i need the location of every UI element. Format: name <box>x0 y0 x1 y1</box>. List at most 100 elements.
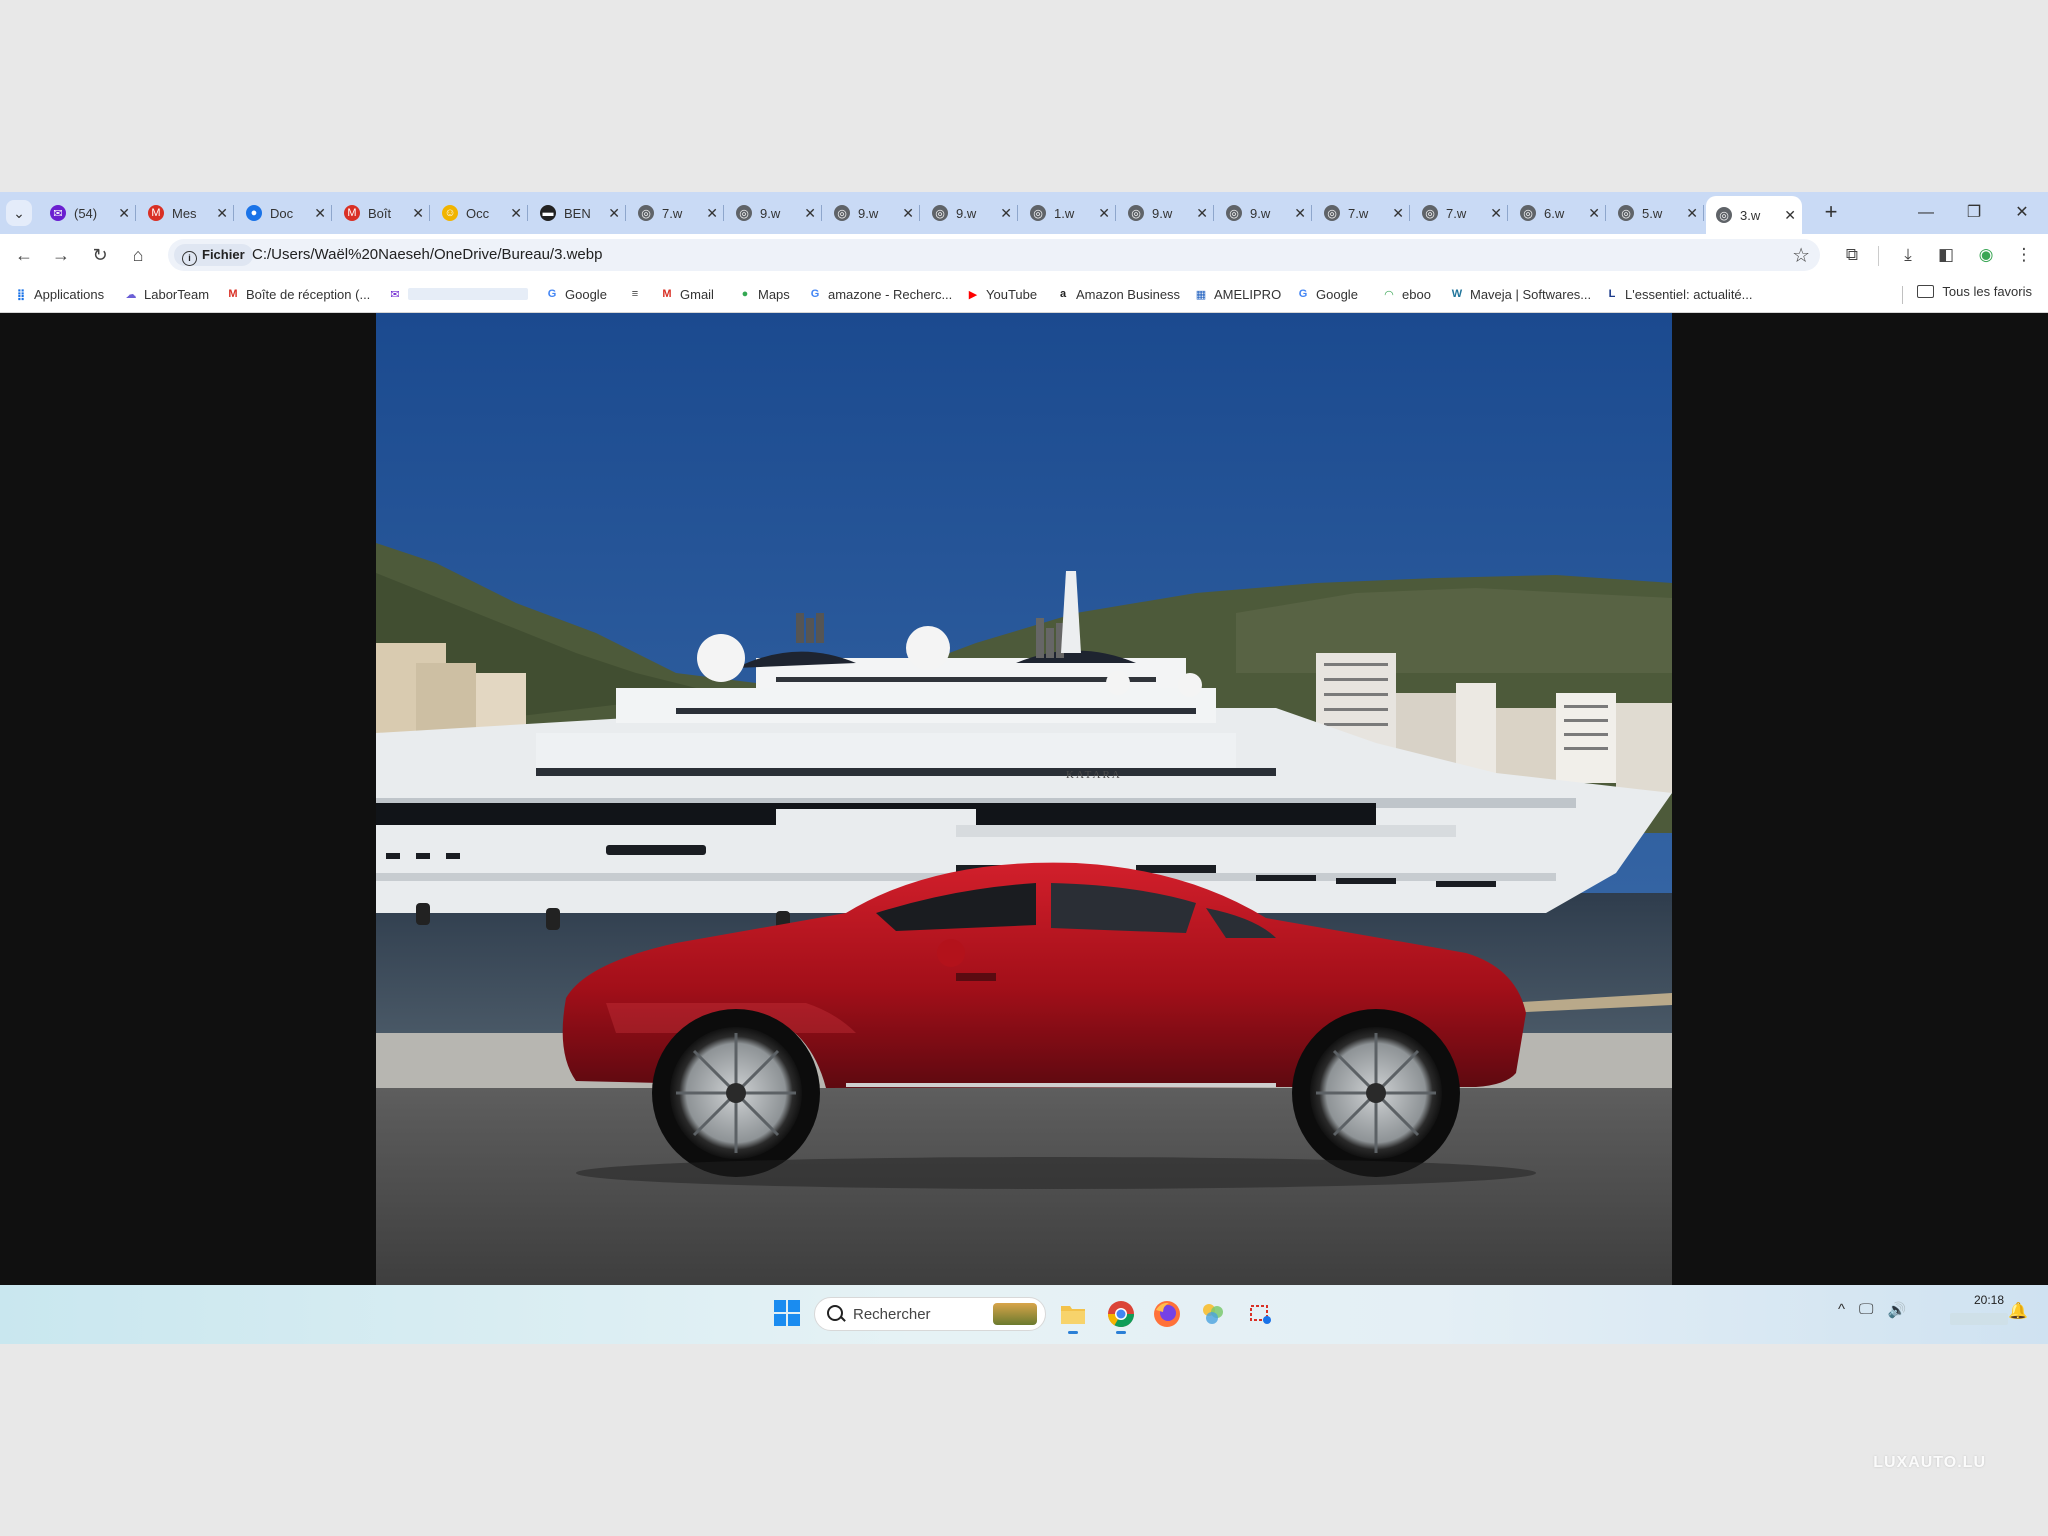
bookmark-5[interactable]: ≡ <box>628 284 648 304</box>
new-tab-button[interactable]: + <box>1818 200 1844 226</box>
tab-16[interactable]: ◎ 5.w ✕ <box>1608 196 1704 230</box>
tab-close-icon[interactable]: ✕ <box>1098 205 1110 222</box>
firefox-icon[interactable] <box>1150 1297 1184 1331</box>
bookmark-label: Maps <box>758 286 790 302</box>
bookmark-star-icon[interactable]: ☆ <box>1792 243 1810 268</box>
menu-lines-icon: ≡ <box>631 288 639 300</box>
tab-9[interactable]: ◎ 9.w ✕ <box>922 196 1018 230</box>
tab-close-icon[interactable]: ✕ <box>1000 205 1012 222</box>
tab-close-icon[interactable]: ✕ <box>804 205 816 222</box>
side-panel-icon[interactable]: ◧ <box>1932 241 1960 269</box>
profile-avatar-icon[interactable]: ◉ <box>1972 241 2000 269</box>
tab-4[interactable]: ☺ Occ ✕ <box>432 196 528 230</box>
tab-label: 1.w <box>1054 205 1075 221</box>
bookmark-14[interactable]: W Maveja | Softwares... <box>1450 284 1591 304</box>
tab-close-icon[interactable]: ✕ <box>1784 207 1796 224</box>
tab-12[interactable]: ◎ 9.w ✕ <box>1216 196 1312 230</box>
tab-11[interactable]: ◎ 9.w ✕ <box>1118 196 1214 230</box>
bookmark-6[interactable]: M Gmail <box>660 284 714 304</box>
tab-search-chevron-icon[interactable]: ⌄ <box>6 200 32 226</box>
taskbar-clock[interactable]: 20:18 <box>1934 1293 2008 1325</box>
tab-15[interactable]: ◎ 6.w ✕ <box>1510 196 1606 230</box>
forward-arrow-icon[interactable]: → <box>47 241 75 269</box>
all-favorites-button[interactable]: Tous les favoris <box>1917 284 2032 299</box>
arc-icon: ◠ <box>1384 288 1394 301</box>
tab-close-icon[interactable]: ✕ <box>608 205 620 222</box>
restore-icon[interactable]: ❐ <box>1952 198 1996 228</box>
bookmark-15[interactable]: L L'essentiel: actualité... <box>1605 284 1753 304</box>
chrome-icon[interactable] <box>1104 1297 1138 1334</box>
tab-close-icon[interactable]: ✕ <box>314 205 326 222</box>
close-window-icon[interactable]: ✕ <box>2000 198 2044 228</box>
tab-10[interactable]: ◎ 1.w ✕ <box>1020 196 1116 230</box>
globe-icon: ◎ <box>834 205 850 221</box>
tab-close-icon[interactable]: ✕ <box>216 205 228 222</box>
tab-2[interactable]: ● Doc ✕ <box>236 196 332 230</box>
tab-14[interactable]: ◎ 7.w ✕ <box>1412 196 1508 230</box>
bookmark-1[interactable]: ☁ LaborTeam <box>124 284 210 304</box>
extensions-puzzle-icon[interactable]: ⧉ <box>1838 241 1866 269</box>
clock-time: 20:18 <box>1973 1293 2004 1307</box>
tab-1[interactable]: M Mes ✕ <box>138 196 234 230</box>
tab-close-icon[interactable]: ✕ <box>1686 205 1698 222</box>
bookmark-13[interactable]: ◠ eboo <box>1382 284 1431 304</box>
tab-label: 7.w <box>662 205 683 221</box>
tab-7[interactable]: ◎ 9.w ✕ <box>726 196 822 230</box>
bookmark-12[interactable]: G Google <box>1296 284 1358 304</box>
bookmark-label: AMELIPRO <box>1214 286 1282 302</box>
minimize-icon[interactable]: — <box>1904 198 1948 228</box>
bookmark-0[interactable]: ⣿ Applications <box>14 284 104 304</box>
bookmark-11[interactable]: ▦ AMELIPRO <box>1194 284 1281 304</box>
bookmark-2[interactable]: M Boîte de réception (... <box>226 284 370 304</box>
address-bar[interactable]: i Fichier C:/Users/Waël%20Naeseh/OneDrive… <box>168 239 1820 271</box>
google-icon: G <box>810 288 820 300</box>
file-explorer-icon[interactable] <box>1056 1297 1090 1334</box>
notification-bell-icon[interactable]: 🔔 <box>2008 1301 2028 1321</box>
tab-close-icon[interactable]: ✕ <box>1490 205 1502 222</box>
tab-0[interactable]: ✉ (54) ✕ <box>40 196 136 230</box>
photos-icon[interactable] <box>1196 1297 1230 1331</box>
tab-3[interactable]: M Boît ✕ <box>334 196 430 230</box>
download-icon[interactable]: ⤓ <box>1894 241 1922 269</box>
network-monitor-icon[interactable]: 🖵 <box>1859 1301 1873 1319</box>
tab-5[interactable]: ▬ BEN ✕ <box>530 196 626 230</box>
tab-close-icon[interactable]: ✕ <box>1294 205 1306 222</box>
snipping-tool-icon[interactable] <box>1244 1297 1278 1331</box>
home-icon[interactable]: ⌂ <box>124 241 152 269</box>
tab-close-icon[interactable]: ✕ <box>1588 205 1600 222</box>
bookmark-10[interactable]: a Amazon Business <box>1056 284 1180 304</box>
tray-chevron-up-icon[interactable]: ^ <box>1838 1301 1845 1319</box>
bookmark-7[interactable]: ● Maps <box>738 284 790 304</box>
bookmark-3[interactable]: ✉ <box>388 284 528 304</box>
bookmark-8[interactable]: Gamazone - Recherc... <box>808 284 953 304</box>
kebab-menu-icon[interactable]: ⋮ <box>2010 241 2038 269</box>
tab-close-icon[interactable]: ✕ <box>1392 205 1404 222</box>
tab-label: 6.w <box>1544 205 1565 221</box>
tab-close-icon[interactable]: ✕ <box>706 205 718 222</box>
tab-strip: ⌄ ✉ (54) ✕ M Mes ✕ ● Doc ✕ M Boît ✕ ☺ Occ ✕ ▬ BEN ✕ ◎ 7.w ✕ ◎… <box>0 192 2048 234</box>
tab-17[interactable]: ◎ 3.w ✕ <box>1706 196 1802 234</box>
tab-close-icon[interactable]: ✕ <box>412 205 424 222</box>
tab-8[interactable]: ◎ 9.w ✕ <box>824 196 920 230</box>
tab-label: 5.w <box>1642 205 1663 221</box>
windows-start-icon[interactable] <box>774 1300 800 1326</box>
bookmark-9[interactable]: ▶ YouTube <box>966 284 1037 304</box>
tab-label: 3.w <box>1740 207 1761 223</box>
tab-6[interactable]: ◎ 7.w ✕ <box>628 196 724 230</box>
reload-icon[interactable]: ↻ <box>86 241 114 269</box>
tab-label: BEN <box>564 205 591 221</box>
bookmark-label: LaborTeam <box>144 286 210 302</box>
tab-label: Boît <box>368 205 392 221</box>
url-text[interactable]: C:/Users/Waël%20Naeseh/OneDrive/Bureau/3… <box>252 246 602 263</box>
site-info-chip[interactable]: i Fichier <box>174 244 253 266</box>
back-arrow-icon[interactable]: ← <box>10 241 38 269</box>
tab-close-icon[interactable]: ✕ <box>510 205 522 222</box>
tab-close-icon[interactable]: ✕ <box>1196 205 1208 222</box>
tab-13[interactable]: ◎ 7.w ✕ <box>1314 196 1410 230</box>
tab-close-icon[interactable]: ✕ <box>118 205 130 222</box>
tab-close-icon[interactable]: ✕ <box>902 205 914 222</box>
bookmarks-divider <box>1902 286 1903 304</box>
taskbar-search-box[interactable]: Rechercher <box>814 1297 1046 1331</box>
volume-icon[interactable]: 🔊 <box>1888 1301 1907 1319</box>
bookmark-4[interactable]: G Google <box>545 284 607 304</box>
